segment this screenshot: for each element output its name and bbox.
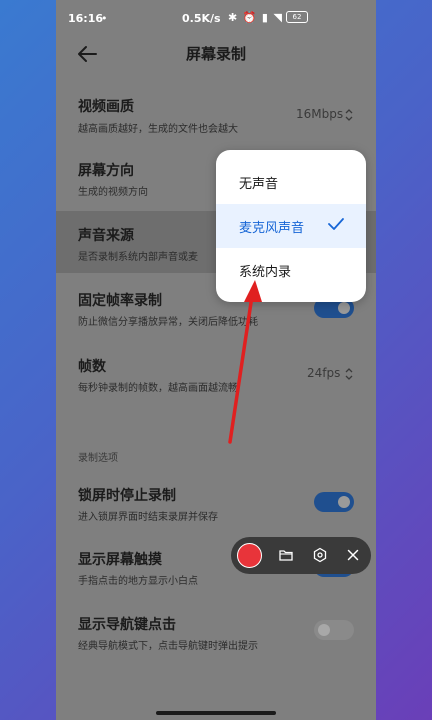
annotation-arrow — [228, 280, 262, 444]
